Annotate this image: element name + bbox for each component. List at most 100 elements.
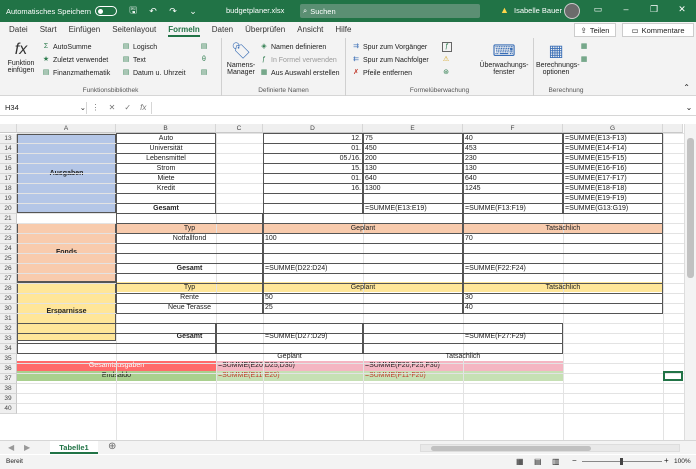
cell-b21[interactable]: Typ — [116, 224, 263, 234]
cell-g13[interactable]: =SUMME(E13-F13) — [563, 134, 663, 144]
row-header-37[interactable]: 37 — [0, 374, 17, 384]
tab-datei[interactable]: Datei — [9, 22, 28, 38]
cell-d28[interactable]: 25 — [263, 303, 463, 313]
page-layout-icon[interactable]: ▤ — [534, 457, 542, 466]
evaluate-formula-button[interactable]: ⊛ — [442, 69, 453, 77]
autosave-toggle[interactable] — [95, 6, 118, 16]
row-header-38[interactable]: 38 — [0, 384, 17, 394]
normal-view-icon[interactable]: ▦ — [516, 457, 524, 466]
redo-icon[interactable]: ↷ — [166, 6, 180, 17]
cell-g18[interactable]: =SUMME(E18-F18) — [563, 184, 663, 194]
show-formulas-button[interactable]: ƒ — [442, 42, 455, 52]
cell-g20[interactable]: =SUMME(G13:G19) — [563, 204, 663, 214]
row-header-32[interactable]: 32 — [0, 324, 17, 334]
column-header-e[interactable]: E — [363, 124, 463, 133]
row-header-15[interactable]: 15 — [0, 154, 17, 164]
avatar[interactable] — [564, 3, 580, 19]
row-header-33[interactable]: 33 — [0, 334, 17, 344]
logical-functions-button[interactable]: ▤ Logisch — [122, 43, 157, 51]
cell-d32[interactable]: Geplant — [216, 352, 363, 362]
tab-ueberpruefen[interactable]: Überprüfen — [245, 22, 285, 38]
column-header-c[interactable]: C — [216, 124, 263, 133]
row-header-40[interactable]: 40 — [0, 404, 17, 414]
datetime-functions-button[interactable]: ▤ Datum u. Uhrzeit — [122, 69, 186, 77]
row-header-22[interactable]: 22 — [0, 224, 17, 234]
row-header-35[interactable]: 35 — [0, 354, 17, 364]
row-header-17[interactable]: 17 — [0, 174, 17, 184]
enter-icon[interactable]: ✓ — [124, 103, 131, 112]
add-sheet-icon[interactable]: ⊕ — [108, 441, 116, 452]
cell-b26[interactable]: Typ — [116, 283, 263, 293]
tab-einfuegen[interactable]: Einfügen — [69, 22, 101, 38]
column-header-g[interactable]: G — [563, 124, 663, 133]
restore-icon[interactable]: ❐ — [646, 4, 662, 15]
cell-b18[interactable]: Kredit — [116, 184, 216, 194]
row-header-39[interactable]: 39 — [0, 394, 17, 404]
lookup-functions-button[interactable]: ▤ — [200, 43, 211, 51]
cell-f28[interactable]: 40 — [463, 303, 663, 313]
cell-f26[interactable]: Tatsächlich — [463, 283, 663, 293]
tab-daten[interactable]: Daten — [212, 22, 233, 38]
cell-d15[interactable]: 05./16. — [263, 154, 363, 164]
sheet-tab-tabelle1[interactable]: Tabelle1 — [50, 441, 98, 454]
cell-b17[interactable]: Miete — [116, 174, 216, 184]
cell-d22[interactable]: 100 — [263, 234, 463, 244]
prev-sheet-icon[interactable]: ◀ — [8, 443, 14, 452]
trace-dependents-button[interactable]: ⇇ Spur zum Nachfolger — [352, 56, 429, 64]
cell-f13[interactable]: 40 — [463, 134, 563, 144]
next-sheet-icon[interactable]: ▶ — [24, 443, 30, 452]
horizontal-scrollbar[interactable] — [420, 444, 680, 452]
row-header-34[interactable]: 34 — [0, 344, 17, 354]
zoom-in-icon[interactable]: + — [664, 456, 669, 465]
row-header-29[interactable]: 29 — [0, 294, 17, 304]
row-header-28[interactable]: 28 — [0, 284, 17, 294]
column-header-d[interactable]: D — [263, 124, 363, 133]
row-header-23[interactable]: 23 — [0, 234, 17, 244]
cell-b13[interactable]: Auto — [116, 134, 216, 144]
cell-f30[interactable]: =SUMME(F27:F29) — [463, 332, 663, 342]
comments-button[interactable]: ▭ Kommentare — [622, 23, 694, 37]
close-icon[interactable]: ✕ — [674, 4, 690, 15]
cell-f14[interactable]: 453 — [463, 144, 563, 154]
row-header-13[interactable]: 13 — [0, 134, 17, 144]
row-header-16[interactable]: 16 — [0, 164, 17, 174]
cell-b14[interactable]: Universität — [116, 144, 216, 154]
remove-arrows-button[interactable]: ✗ Pfeile entfernen — [352, 69, 412, 77]
cell-e14[interactable]: 450 — [363, 144, 463, 154]
warning-icon[interactable]: ▲ — [500, 5, 509, 15]
math-functions-button[interactable]: θ — [200, 56, 211, 64]
watch-window-button[interactable]: ⌨ Überwachungs-fenster — [478, 41, 530, 76]
cell-d27[interactable]: 50 — [263, 293, 463, 303]
collapse-ribbon-icon[interactable]: ⌃ — [683, 83, 690, 92]
row-header-20[interactable]: 20 — [0, 204, 17, 214]
cell-f18[interactable]: 1245 — [463, 184, 563, 194]
cell-e18[interactable]: 1300 — [363, 184, 463, 194]
error-checking-button[interactable]: ⚠ — [442, 56, 453, 64]
undo-icon[interactable]: ↶ — [146, 6, 160, 17]
define-name-button[interactable]: ◈ Namen definieren — [260, 43, 326, 51]
user-name[interactable]: Isabelle Bauer — [514, 6, 562, 15]
more-functions-button[interactable]: ▤ — [200, 69, 211, 77]
insert-function-icon[interactable]: fx — [140, 103, 146, 112]
cell-f16[interactable]: 130 — [463, 164, 563, 174]
cell-b27[interactable]: Rente — [116, 293, 263, 303]
cell-b30[interactable]: Gesamt — [116, 332, 263, 342]
cell-d25[interactable]: =SUMME(D22:D24) — [263, 264, 463, 274]
financial-functions-button[interactable]: ▤ Finanzmathematik — [42, 69, 111, 77]
tab-hilfe[interactable]: Hilfe — [335, 22, 351, 38]
zoom-out-icon[interactable]: − — [572, 456, 577, 465]
trace-precedents-button[interactable]: ⇉ Spur zum Vorgänger — [352, 43, 427, 51]
cell-b28[interactable]: Neue Terasse — [116, 303, 263, 313]
column-header-f[interactable]: F — [463, 124, 563, 133]
minimize-icon[interactable]: – — [618, 4, 634, 14]
cell-f20[interactable]: =SUMME(F13:F19) — [463, 204, 563, 214]
cell-d13[interactable]: 12. — [263, 134, 363, 144]
cell-f15[interactable]: 230 — [463, 154, 563, 164]
use-in-formula-button[interactable]: ƒ In Formel verwenden — [260, 56, 337, 64]
cell-d17[interactable]: 01. — [263, 174, 363, 184]
cell-d14[interactable]: 01. — [263, 144, 363, 154]
cell-g17[interactable]: =SUMME(E17-F17) — [563, 174, 663, 184]
cell-e17[interactable]: 640 — [363, 174, 463, 184]
row-header-24[interactable]: 24 — [0, 244, 17, 254]
insert-function-button[interactable]: fx Funktion einfügen — [4, 41, 38, 74]
